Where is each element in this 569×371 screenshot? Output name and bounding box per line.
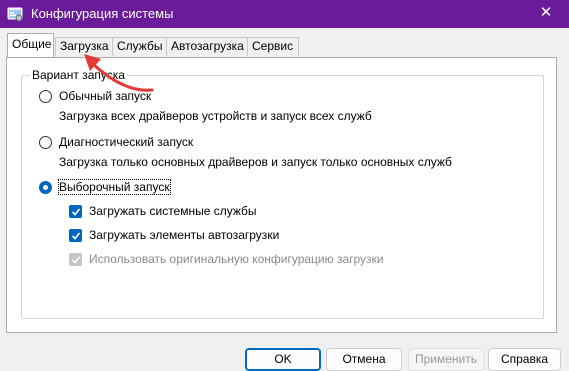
tab-general[interactable]: Общие — [7, 33, 54, 57]
checkmark-icon — [71, 208, 81, 216]
annotation-arrow-icon — [84, 54, 154, 92]
selective-startup-label[interactable]: Выборочный запуск — [58, 179, 171, 195]
msconfig-icon — [7, 7, 23, 22]
tab-label: Общие — [12, 37, 52, 51]
close-button[interactable]: ✕ — [523, 0, 569, 28]
load-system-services-checkbox[interactable] — [69, 205, 82, 218]
diagnostic-startup-label[interactable]: Диагностический запуск — [59, 135, 193, 149]
tab-label: Сервис — [252, 39, 294, 53]
normal-startup-radio[interactable] — [39, 90, 52, 103]
use-original-boot-config-label: Использовать оригинальную конфигурацию з… — [89, 252, 384, 266]
startup-selection-group: Вариант запуска Обычный запуск Загрузка … — [21, 68, 544, 319]
tab-tools[interactable]: Сервис — [247, 37, 299, 56]
load-startup-items-label[interactable]: Загружать элементы автозагрузки — [89, 228, 279, 242]
help-button[interactable]: Справка — [488, 348, 561, 371]
diagnostic-startup-description: Загрузка только основных драйверов и зап… — [59, 155, 452, 169]
tab-startup[interactable]: Автозагрузка — [166, 37, 248, 56]
load-system-services-label[interactable]: Загружать системные службы — [89, 204, 257, 218]
checkmark-icon — [71, 232, 81, 240]
use-original-boot-config-checkbox — [69, 253, 82, 266]
close-icon: ✕ — [539, 4, 553, 21]
title-bar: Конфигурация системы ✕ — [0, 0, 569, 28]
tab-label: Автозагрузка — [171, 39, 244, 53]
normal-startup-description: Загрузка всех драйверов устройств и запу… — [59, 109, 372, 123]
diagnostic-startup-radio[interactable] — [39, 136, 52, 149]
checkmark-icon — [71, 256, 81, 264]
ok-button[interactable]: OK — [245, 348, 321, 371]
apply-button: Применить — [408, 348, 484, 371]
load-startup-items-checkbox[interactable] — [69, 229, 82, 242]
selective-startup-radio[interactable] — [39, 181, 52, 194]
window-title: Конфигурация системы — [31, 6, 174, 21]
cancel-button[interactable]: Отмена — [326, 348, 402, 371]
